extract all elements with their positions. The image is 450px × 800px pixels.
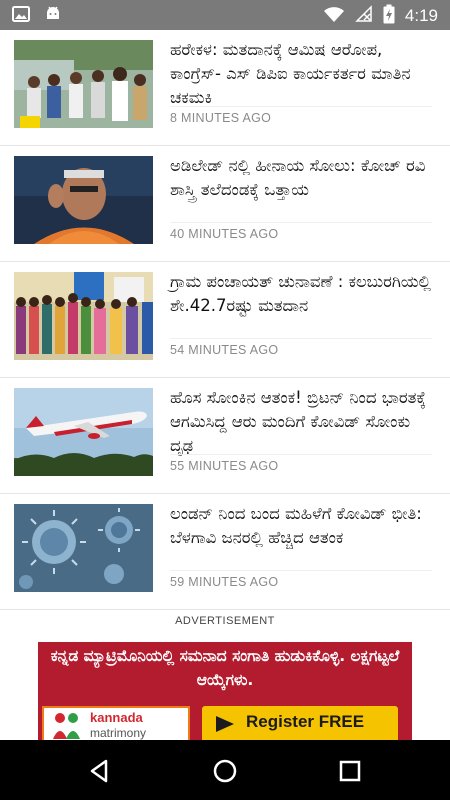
news-time: 8 MINUTES AGO [170, 106, 432, 125]
navigation-bar [0, 740, 450, 800]
play-arrow-icon [214, 715, 236, 737]
register-free-label: Register FREE [246, 712, 365, 731]
battery-charging-icon [383, 4, 395, 28]
news-thumbnail-crowd[interactable] [14, 40, 153, 128]
news-thumbnail-voters[interactable] [14, 272, 153, 360]
android-icon [44, 5, 62, 27]
news-thumbnail-airplane[interactable] [14, 388, 153, 476]
news-time: 59 MINUTES AGO [170, 570, 432, 589]
clock-text: 4:19 [404, 6, 438, 25]
recents-icon[interactable] [334, 755, 366, 787]
ad-logo-name: kannada [90, 710, 143, 725]
news-feed: ಹರೇಕಳ: ಮತದಾನಕ್ಕೆ ಆಮಿಷ ಆರೋಪ, ಕಾಂಗ್ರೆಸ್- ಎ… [0, 30, 450, 610]
news-item[interactable]: ಹರೇಕಳ: ಮತದಾನಕ್ಕೆ ಆಮಿಷ ಆರೋಪ, ಕಾಂಗ್ರೆಸ್- ಎ… [0, 30, 450, 146]
news-title[interactable]: ಲಂಡನ್ ನಿಂದ ಬಂದ ಮಹಿಳೆಗೆ ಕೋವಿಡ್ ಭೀತಿ: ಬೆಳಗ… [170, 502, 435, 550]
news-title[interactable]: ಹರೇಕಳ: ಮತದಾನಕ್ಕೆ ಆಮಿಷ ಆರೋಪ, ಕಾಂಗ್ರೆಸ್- ಎ… [170, 38, 435, 110]
news-item[interactable]: ಗ್ರಾಮ ಪಂಚಾಯತ್ ಚುನಾವಣೆ : ಕಲಬುರಗಿಯಲ್ಲಿ ಶೇ.… [0, 262, 450, 378]
register-free-button[interactable]: Register FREE [202, 706, 398, 742]
image-icon [12, 5, 30, 27]
news-item[interactable]: ಲಂಡನ್ ನಿಂದ ಬಂದ ಮಹಿಳೆಗೆ ಕೋವಿಡ್ ಭೀತಿ: ಬೆಳಗ… [0, 494, 450, 610]
news-title[interactable]: ಗ್ರಾಮ ಪಂಚಾಯತ್ ಚುನಾವಣೆ : ಕಲಬುರಗಿಯಲ್ಲಿ ಶೇ.… [170, 270, 435, 318]
home-icon[interactable] [209, 755, 241, 787]
news-thumbnail-coach[interactable] [14, 156, 153, 244]
ad-logo-sub: matrimony [90, 726, 147, 740]
news-item[interactable]: ಅಡಿಲೇಡ್ ನಲ್ಲಿ ಹೀನಾಯ ಸೋಲು: ಕೋಚ್ ರವಿ ಶಾಸ್ತ… [0, 146, 450, 262]
news-time: 40 MINUTES AGO [170, 222, 432, 241]
no-signal-icon [355, 5, 373, 27]
matrimony-logo: kannada matrimony [42, 706, 190, 742]
status-bar: 4:19 [0, 0, 450, 30]
news-title[interactable]: ಅಡಿಲೇಡ್ ನಲ್ಲಿ ಹೀನಾಯ ಸೋಲು: ಕೋಚ್ ರವಿ ಶಾಸ್ತ… [170, 154, 435, 202]
news-time: 55 MINUTES AGO [170, 454, 432, 473]
ad-headline: ಕನ್ನಡ ಮ್ಯಾಟ್ರಿಮೊನಿಯಲ್ಲಿ ಸಮನಾದ ಸಂಗಾತಿ ಹುಡ… [50, 647, 400, 689]
back-icon[interactable] [84, 755, 116, 787]
advertisement-banner[interactable]: ಕನ್ನಡ ಮ್ಯಾಟ್ರಿಮೊನಿಯಲ್ಲಿ ಸಮನಾದ ಸಂಗಾತಿ ಹುಡ… [38, 642, 412, 742]
news-item[interactable]: ಹೊಸ ಸೋಂಕಿನ ಆತಂಕ! ಬ್ರಿಟನ್ ನಿಂದ ಭಾರತಕ್ಕೆ ಆ… [0, 378, 450, 494]
news-thumbnail-virus[interactable] [14, 504, 153, 592]
news-title[interactable]: ಹೊಸ ಸೋಂಕಿನ ಆತಂಕ! ಬ್ರಿಟನ್ ನಿಂದ ಭಾರತಕ್ಕೆ ಆ… [170, 386, 435, 458]
news-time: 54 MINUTES AGO [170, 338, 432, 357]
matrimony-couple-icon [50, 711, 84, 742]
wifi-icon [323, 5, 345, 27]
advertisement-label: ADVERTISEMENT [175, 615, 275, 627]
